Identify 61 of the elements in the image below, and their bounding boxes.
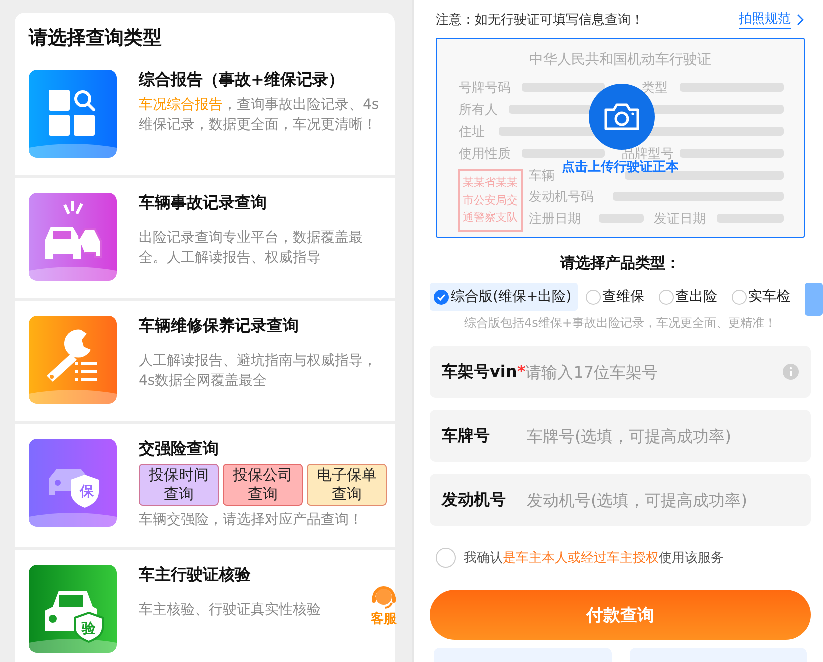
product-option[interactable]: 查维保 xyxy=(582,283,651,311)
field-label: 车架号vin* xyxy=(442,362,526,382)
license-label: 发动机号码 xyxy=(529,189,594,206)
license-label: 车辆 xyxy=(529,168,555,185)
item-title[interactable]: 交强险查询 xyxy=(139,439,219,460)
license-title: 中华人民共和国机动车行驶证 xyxy=(530,51,712,69)
wrench-list-icon xyxy=(29,316,117,404)
license-label: 使用性质 xyxy=(459,146,511,163)
consent-checkbox[interactable] xyxy=(436,548,456,568)
upload-label[interactable]: 点击上传行驶证正本 xyxy=(562,158,679,176)
input-field[interactable]: 车牌号(选填，可提高成功率) xyxy=(527,426,799,446)
panel-title: 请选择查询类型 xyxy=(28,26,163,51)
photo-guide-link[interactable]: 拍照规范 xyxy=(739,10,791,29)
placeholder-bar xyxy=(717,214,784,223)
product-option[interactable]: 查出险 xyxy=(654,283,724,311)
radio-icon[interactable] xyxy=(732,290,747,304)
field-label: 发动机号 xyxy=(442,490,507,510)
badge-text: 验 xyxy=(82,620,96,638)
item-title[interactable]: 综合报告（事故+维保记录） xyxy=(139,70,344,91)
license-label: 号牌号码 xyxy=(459,80,511,97)
item-title[interactable]: 车辆事故记录查询 xyxy=(139,193,267,214)
form-field[interactable]: 车架号vin*请输入17位车架号 xyxy=(430,346,811,398)
grid-search-icon xyxy=(29,70,117,158)
license-label: 发证日期 xyxy=(654,211,706,228)
item-description: 出险记录查询专业平台，数据覆盖最全。人工解读报告、权威指导 xyxy=(139,229,364,268)
input-field[interactable]: 发动机号(选填，可提高成功率) xyxy=(527,490,799,510)
field-label: 车牌号 xyxy=(442,426,491,446)
license-label: 所有人 xyxy=(459,102,498,119)
car-crash-icon xyxy=(29,193,117,281)
chevron-icon xyxy=(797,14,805,26)
scroll-indicator[interactable] xyxy=(805,283,823,316)
car-shield-icon xyxy=(29,565,117,653)
item-description: 车主核验、行驶证真实性核验 xyxy=(139,601,321,620)
tag-button[interactable]: 投保公司查询 xyxy=(223,464,303,506)
license-label: 注册日期 xyxy=(529,211,581,228)
license-label: 类型 xyxy=(642,80,668,97)
stamp-text: 某某省某某市公安局交通警察支队 xyxy=(458,169,523,232)
item-title[interactable]: 车辆维修保养记录查询 xyxy=(139,316,299,337)
info-icon[interactable] xyxy=(783,364,799,380)
placeholder-bar xyxy=(599,214,644,223)
form-field[interactable]: 车牌号 车牌号(选填，可提高成功率) xyxy=(430,410,811,462)
section-title: 请选择产品类型： xyxy=(559,254,682,273)
item-description: 人工解读报告、避坑指南与权威指导，4s数据全网覆盖最全 xyxy=(139,352,378,391)
radio-icon[interactable] xyxy=(658,290,674,304)
notice-text: 注意：如无行驶证可填写信息查询！ xyxy=(436,12,644,28)
consent-text: 我确认是车主本人或经过车主授权使用该服务 xyxy=(464,550,724,567)
car-shield-icon xyxy=(29,439,117,527)
item-title[interactable]: 车主行驶证核验 xyxy=(139,565,251,586)
item-description: 车辆交强险，请选择对应产品查询！ xyxy=(139,511,363,530)
product-option[interactable]: 综合版(维保+出险) xyxy=(430,283,578,311)
radio-icon[interactable] xyxy=(586,290,601,304)
product-option[interactable]: 实车检 xyxy=(728,283,797,311)
license-label: 住址 xyxy=(459,124,485,141)
tag-button[interactable]: 投保时间查询 xyxy=(139,464,219,506)
radio-icon[interactable] xyxy=(434,290,449,304)
form-field[interactable]: 发动机号 发动机号(选填，可提高成功率) xyxy=(430,474,811,526)
item-description: 车况综合报告，查询事故出险记录、4s维保记录，数据更全面，车况更清晰！ xyxy=(139,96,380,135)
hint-text: 综合版包括4s维保+事故出险记录，车况更全面、更精准！ xyxy=(464,315,778,332)
tag-button[interactable]: 电子保单查询 xyxy=(307,464,387,506)
input-field[interactable]: 请输入17位车架号 xyxy=(526,362,783,382)
badge-text: 保 xyxy=(80,483,94,501)
